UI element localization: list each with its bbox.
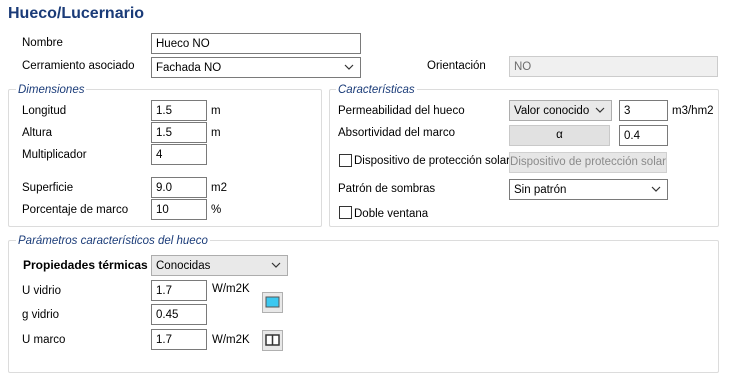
longitud-label: Longitud	[22, 105, 67, 117]
propiedades-select-value: Conocidas	[156, 260, 211, 272]
cerramiento-label: Cerramiento asociado	[22, 60, 135, 72]
longitud-input[interactable]: 1.5	[151, 100, 207, 121]
doble-ventana-checkbox[interactable]	[339, 206, 352, 219]
superficie-unit: m2	[211, 182, 227, 194]
permeabilidad-select-value: Valor conocido	[514, 105, 590, 117]
window-title: Hueco/Lucernario	[8, 5, 145, 22]
permeabilidad-input[interactable]: 3	[619, 100, 668, 121]
dispositivo-checkbox-label: Dispositivo de protección solar	[354, 155, 510, 167]
absortividad-button[interactable]: α	[509, 125, 610, 146]
g-vidrio-input[interactable]: 0.45	[151, 304, 207, 325]
u-vidrio-unit: W/m2K	[212, 283, 250, 295]
porcentaje-label: Porcentaje de marco	[22, 204, 129, 216]
doble-ventana-label: Doble ventana	[354, 208, 429, 220]
chevron-down-icon	[651, 186, 661, 192]
absortividad-input[interactable]: 0.4	[619, 125, 668, 146]
dispositivo-button: Dispositivo de protección solar	[509, 152, 667, 173]
chevron-down-icon	[344, 64, 354, 70]
absortividad-label: Absortividad del marco	[338, 127, 455, 139]
nombre-input[interactable]: Hueco NO	[151, 33, 361, 54]
cerramiento-select[interactable]: Fachada NO	[151, 57, 361, 78]
caracteristicas-title: Características	[336, 83, 417, 97]
frame-library-button[interactable]	[262, 330, 283, 351]
patron-label: Patrón de sombras	[338, 183, 436, 195]
permeabilidad-unit: m3/hm2	[672, 105, 714, 117]
cerramiento-select-value: Fachada NO	[156, 62, 222, 74]
chevron-down-icon	[271, 262, 281, 268]
permeabilidad-select[interactable]: Valor conocido	[509, 100, 612, 121]
multiplicador-label: Multiplicador	[22, 149, 87, 161]
propiedades-select[interactable]: Conocidas	[151, 255, 288, 276]
multiplicador-input[interactable]: 4	[151, 144, 207, 165]
u-marco-input[interactable]: 1.7	[151, 329, 207, 350]
dispositivo-checkbox[interactable]	[339, 154, 352, 167]
superficie-label: Superficie	[22, 182, 74, 194]
porcentaje-unit: %	[211, 204, 222, 216]
altura-unit: m	[211, 127, 221, 139]
orientacion-label: Orientación	[427, 60, 486, 72]
porcentaje-input[interactable]: 10	[151, 199, 207, 220]
window-frame-icon	[265, 334, 280, 346]
nombre-label: Nombre	[22, 37, 63, 49]
patron-select[interactable]: Sin patrón	[509, 179, 668, 200]
g-vidrio-label: g vidrio	[22, 309, 60, 321]
longitud-unit: m	[211, 105, 221, 117]
u-vidrio-label: U vidrio	[22, 285, 61, 297]
chevron-down-icon	[595, 107, 605, 113]
propiedades-label: Propiedades térmicas	[23, 258, 148, 272]
dimensiones-title: Dimensiones	[16, 83, 87, 97]
parametros-title: Parámetros característicos del hueco	[16, 234, 210, 248]
patron-select-value: Sin patrón	[514, 184, 567, 196]
u-marco-unit: W/m2K	[212, 334, 250, 346]
permeabilidad-label: Permeabilidad del hueco	[338, 105, 465, 117]
u-vidrio-input[interactable]: 1.7	[151, 280, 207, 301]
u-marco-label: U marco	[22, 334, 66, 346]
glass-library-button[interactable]	[262, 292, 283, 313]
altura-label: Altura	[22, 127, 53, 139]
orientacion-input: NO	[509, 56, 718, 77]
altura-input[interactable]: 1.5	[151, 122, 207, 143]
glass-pane-icon	[265, 296, 280, 308]
superficie-input[interactable]: 9.0	[151, 177, 207, 198]
